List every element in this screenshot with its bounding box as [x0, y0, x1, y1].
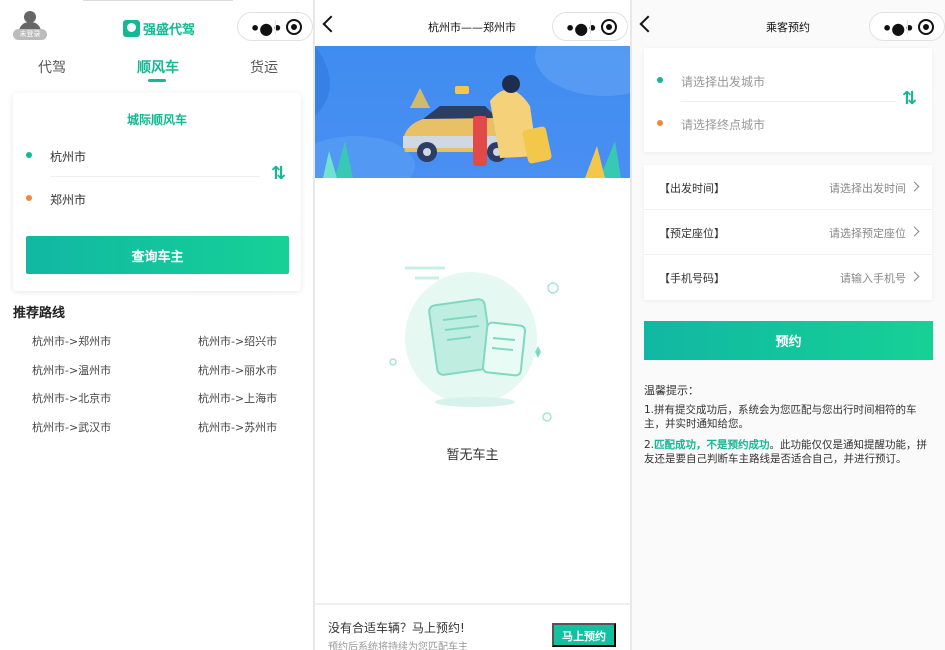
empty-state-icon [389, 266, 559, 422]
reserve-submit-button[interactable]: 预约 [644, 321, 933, 360]
back-arrow-icon[interactable] [639, 15, 657, 33]
tip-2: 2.匹配成功，不是预约成功。此功能仅仅是通知提醒功能，拼友还是要自己判断车主路线… [644, 439, 928, 465]
target-close-icon[interactable] [286, 19, 302, 35]
target-close-icon[interactable] [601, 19, 617, 35]
banner-image [315, 46, 630, 178]
reserve-prompt: 没有合适车辆？马上预约! [328, 621, 465, 635]
departure-time-value: 请选择出发时间 [829, 182, 906, 195]
page-title: 杭州市——郑州市 [428, 21, 516, 34]
tab-shunfengche[interactable]: 顺风车 [137, 57, 179, 77]
search-driver-button[interactable]: 查询车主 [26, 236, 289, 274]
mini-program-capsule: •●• [237, 12, 313, 41]
destination-city[interactable]: 郑州市 [50, 191, 86, 208]
back-arrow-icon[interactable] [322, 15, 340, 33]
mini-program-capsule: •●• [869, 12, 945, 41]
empty-state-text: 暂无车主 [446, 448, 499, 463]
origin-city[interactable]: 杭州市 [50, 148, 86, 165]
origin-dot-icon [26, 152, 32, 158]
swap-icon[interactable]: ⇅ [271, 163, 286, 184]
destination-city-select[interactable]: 请选择终点城市 [681, 116, 765, 133]
target-close-icon[interactable] [918, 19, 934, 35]
route-item[interactable]: 杭州市->丽水市 [198, 362, 277, 378]
tip-1: 1.拼有提交成功后，系统会为您匹配与您出行时间相符的车主，并实时通知给您。 [644, 404, 917, 430]
route-item[interactable]: 杭州市->温州市 [32, 362, 111, 378]
brand-logo-icon [123, 19, 140, 37]
taxi-travel-illustration [315, 46, 630, 178]
tab-huoyun[interactable]: 货运 [250, 57, 278, 77]
more-dots-icon[interactable]: •●• [250, 19, 282, 38]
route-item[interactable]: 杭州市->上海市 [198, 390, 277, 406]
mini-program-capsule: •●• [552, 12, 628, 41]
route-item[interactable]: 杭州市->北京市 [32, 390, 111, 406]
active-tab-indicator [148, 79, 166, 82]
login-status-badge: 未登录 [13, 29, 47, 40]
phone-input[interactable]: 请输入手机号 [840, 270, 906, 286]
seat-label: 【预定座位】 [659, 227, 725, 240]
tab-daijia[interactable]: 代驾 [38, 57, 66, 77]
brand: 强盛代驾 [123, 18, 195, 38]
phone-label: 【手机号码】 [659, 272, 725, 285]
origin-city-select[interactable]: 请选择出发城市 [681, 73, 765, 90]
route-item[interactable]: 杭州市->武汉市 [32, 419, 111, 435]
seat-value: 请选择预定座位 [829, 227, 906, 240]
route-item[interactable]: 杭州市->苏州市 [198, 419, 277, 435]
more-dots-icon[interactable]: •●• [565, 19, 597, 38]
tip-highlight: 匹配成功，不是预约成功 [654, 439, 770, 451]
route-item[interactable]: 杭州市->郑州市 [32, 333, 111, 349]
city-selector-panel: 请选择出发城市 请选择终点城市 ⇅ [644, 48, 932, 152]
tips-title: 温馨提示： [644, 384, 699, 397]
driver-list-screen: 杭州市——郑州市 •●• 暂无车主 没有合适车辆？马上预约! 预约后系统将持续为… [315, 0, 630, 650]
swap-icon[interactable]: ⇅ [902, 88, 917, 109]
reserve-bar: 没有合适车辆？马上预约! 预约后系统将持续为您匹配车主 马上预约 [315, 603, 630, 650]
brand-name: 强盛代驾 [143, 22, 196, 38]
route-item[interactable]: 杭州市->绍兴市 [198, 333, 277, 349]
destination-dot-icon [657, 120, 663, 126]
chevron-right-icon [909, 271, 920, 282]
destination-dot-icon [26, 195, 32, 201]
departure-time-row[interactable]: 【出发时间】 请选择出发时间 [644, 165, 932, 210]
card-title: 城际顺风车 [126, 113, 187, 127]
seat-row[interactable]: 【预定座位】 请选择预定座位 [644, 210, 932, 255]
avatar[interactable]: 未登录 [13, 10, 47, 40]
status-divider [83, 0, 233, 1]
chevron-right-icon [909, 226, 920, 237]
reserve-subtext: 预约后系统将持续为您匹配车主 [328, 642, 468, 650]
phone-row[interactable]: 【手机号码】 请输入手机号 [644, 255, 932, 300]
recommended-routes-title: 推荐路线 [13, 306, 66, 321]
intercity-search-card: 城际顺风车 杭州市 郑州市 ⇅ 查询车主 [13, 93, 301, 291]
service-tabs: 代驾 顺风车 货运 [0, 57, 313, 85]
reservation-form: 【出发时间】 请选择出发时间 【预定座位】 请选择预定座位 【手机号码】 请输入… [644, 165, 932, 300]
passenger-reservation-screen: 乘客预约 •●• 请选择出发城市 请选择终点城市 ⇅ 【出发时间】 请选择出发时… [632, 0, 945, 650]
departure-time-label: 【出发时间】 [659, 182, 725, 195]
chevron-right-icon [909, 181, 920, 192]
more-dots-icon[interactable]: •●• [882, 19, 914, 38]
home-screen: 未登录 强盛代驾 •●• 代驾 顺风车 货运 城际顺风车 杭州市 郑州市 ⇅ 查… [0, 0, 313, 650]
page-title: 乘客预约 [766, 21, 810, 34]
reserve-now-button[interactable]: 马上预约 [552, 623, 616, 647]
origin-dot-icon [657, 77, 663, 83]
